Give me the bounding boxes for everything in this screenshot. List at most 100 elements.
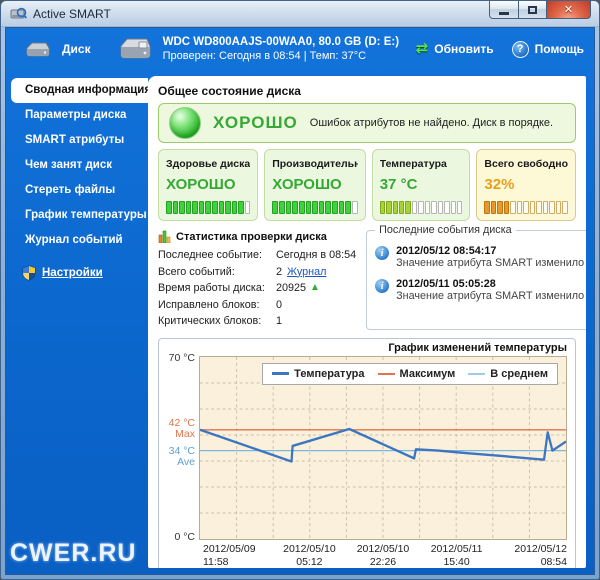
- segment: [219, 201, 225, 214]
- close-button[interactable]: ✕: [547, 1, 591, 19]
- section-title: Общее состояние диска: [158, 84, 576, 98]
- segment: [332, 201, 338, 214]
- refresh-label: Обновить: [434, 42, 493, 56]
- sidebar-item-temperature-graph[interactable]: График температуры: [11, 203, 148, 228]
- stat-last-event: Последнее событие: Сегодня в 08:54: [158, 247, 356, 264]
- segment: [238, 201, 244, 214]
- segment: [299, 201, 305, 214]
- x-tick: 2012/05/1208:54: [493, 543, 567, 569]
- settings-link: Настройки: [42, 267, 103, 279]
- segment: [232, 201, 238, 214]
- help-label: Помощь: [535, 42, 584, 56]
- segment-bar: [272, 201, 358, 214]
- settings-link-row[interactable]: Настройки: [22, 265, 148, 281]
- legend-temperature: Температура: [272, 368, 364, 380]
- segment: [405, 201, 410, 214]
- title-bar[interactable]: Active SMART ✕: [1, 1, 599, 27]
- event-timestamp: 2012/05/11 05:05:28: [396, 278, 584, 290]
- sidebar-item-disk-parameters[interactable]: Параметры диска: [11, 103, 148, 128]
- segment: [380, 201, 385, 214]
- y-label-max: 42 °C Max: [169, 418, 195, 440]
- y-label-ave: 34 °C Ave: [169, 446, 195, 468]
- sidebar-item-erase-files[interactable]: Стереть файлы: [11, 178, 148, 203]
- legend-swatch-average: [468, 373, 485, 375]
- segment: [393, 201, 398, 214]
- segment: [491, 201, 497, 214]
- app-icon: [10, 6, 27, 21]
- drive-status: Проверен: Сегодня в 08:54 | Темп: 37°C: [163, 49, 399, 63]
- plot-area: Температура Максимум В среднем: [199, 356, 567, 540]
- watermark: CWER.RU: [10, 539, 136, 568]
- window-body: Диск WDC WD800AAJS-00WAA0, 80.0 GB (D: E…: [5, 27, 595, 575]
- x-tick: 2012/05/0911:58: [199, 543, 273, 569]
- segment-bar: [484, 201, 568, 214]
- segment: [386, 201, 391, 214]
- event-timestamp: 2012/05/12 08:54:17: [396, 245, 584, 257]
- segment: [556, 201, 562, 214]
- window-title: Active SMART: [33, 7, 111, 21]
- caption-buttons: ✕: [489, 1, 591, 19]
- header-actions: ⇄ Обновить ? Помощь: [416, 41, 584, 58]
- legend-maximum: Максимум: [378, 368, 456, 380]
- segment: [272, 201, 278, 214]
- drive-info: WDC WD800AAJS-00WAA0, 80.0 GB (D: E:) Пр…: [117, 35, 416, 63]
- drive-model: WDC WD800AAJS-00WAA0, 80.0 GB (D: E:): [163, 35, 399, 49]
- minimize-icon: [499, 12, 509, 15]
- event-item[interactable]: i 2012/05/12 08:54:17 Значение атрибута …: [375, 245, 584, 269]
- uac-shield-icon: [22, 265, 36, 281]
- overall-status-box: ХОРОШО Ошибок атрибутов не найдено. Диск…: [158, 103, 576, 143]
- event-text: Значение атрибута SMART изменилось: (...: [396, 290, 584, 302]
- close-icon: ✕: [564, 3, 573, 16]
- card-free-space: Всего свободно 32%: [476, 149, 576, 221]
- segment: [425, 201, 430, 214]
- segment: [286, 201, 292, 214]
- y-label-top: 70 °C: [169, 353, 195, 364]
- segment: [431, 201, 436, 214]
- help-icon: ?: [512, 41, 529, 58]
- health-ball-icon: [169, 107, 201, 139]
- segment: [543, 201, 549, 214]
- sidebar-item-summary[interactable]: Сводная информация: [11, 78, 148, 103]
- segment: [212, 201, 218, 214]
- overall-status-description: Ошибок атрибутов не найдено. Диск в поря…: [310, 117, 553, 129]
- segment: [225, 201, 231, 214]
- refresh-button[interactable]: ⇄ Обновить: [416, 42, 494, 56]
- minimize-button[interactable]: [489, 1, 519, 19]
- statistics-title: Статистика проверки диска: [176, 231, 327, 243]
- chart-legend: Температура Максимум В среднем: [262, 363, 558, 385]
- segment: [530, 201, 536, 214]
- segment: [412, 201, 417, 214]
- segment: [352, 201, 358, 214]
- x-tick: 2012/05/1115:40: [420, 543, 494, 569]
- overall-status-word: ХОРОШО: [213, 113, 298, 133]
- segment: [536, 201, 542, 214]
- up-arrow-icon: ▲: [310, 280, 320, 297]
- segment: [438, 201, 443, 214]
- event-item[interactable]: i 2012/05/11 05:05:28 Значение атрибута …: [375, 278, 584, 302]
- segment: [199, 201, 205, 214]
- app-window: Active SMART ✕ Диск: [0, 0, 600, 580]
- stat-total-events: Всего событий: 2 Журнал: [158, 264, 356, 281]
- segment: [523, 201, 529, 214]
- sidebar-item-event-log[interactable]: Журнал событий: [11, 228, 148, 253]
- small-drive-icon: [24, 41, 52, 58]
- maximize-button[interactable]: [519, 1, 547, 19]
- card-title: Температура: [380, 158, 463, 170]
- segment: [319, 201, 325, 214]
- segment: [245, 201, 251, 214]
- segment: [192, 201, 198, 214]
- segment: [418, 201, 423, 214]
- y-axis-labels: 70 °C 42 °C Max 34 °C Ave 0 °C: [167, 356, 199, 540]
- segment: [451, 201, 456, 214]
- disk-selector[interactable]: Диск: [24, 41, 91, 58]
- sidebar: Сводная информация Параметры диска SMART…: [6, 70, 148, 574]
- maximize-icon: [528, 6, 537, 14]
- help-button[interactable]: ? Помощь: [512, 41, 584, 58]
- stat-power-on-hours: Время работы диска: 20925 ▲: [158, 280, 356, 297]
- sidebar-item-disk-usage[interactable]: Чем занят диск: [11, 153, 148, 178]
- statistics-header: Статистика проверки диска: [158, 230, 356, 243]
- x-tick: 2012/05/1022:26: [346, 543, 420, 569]
- journal-link[interactable]: Журнал: [287, 264, 326, 281]
- info-icon: i: [375, 279, 389, 293]
- sidebar-item-smart-attributes[interactable]: SMART атрибуты: [11, 128, 148, 153]
